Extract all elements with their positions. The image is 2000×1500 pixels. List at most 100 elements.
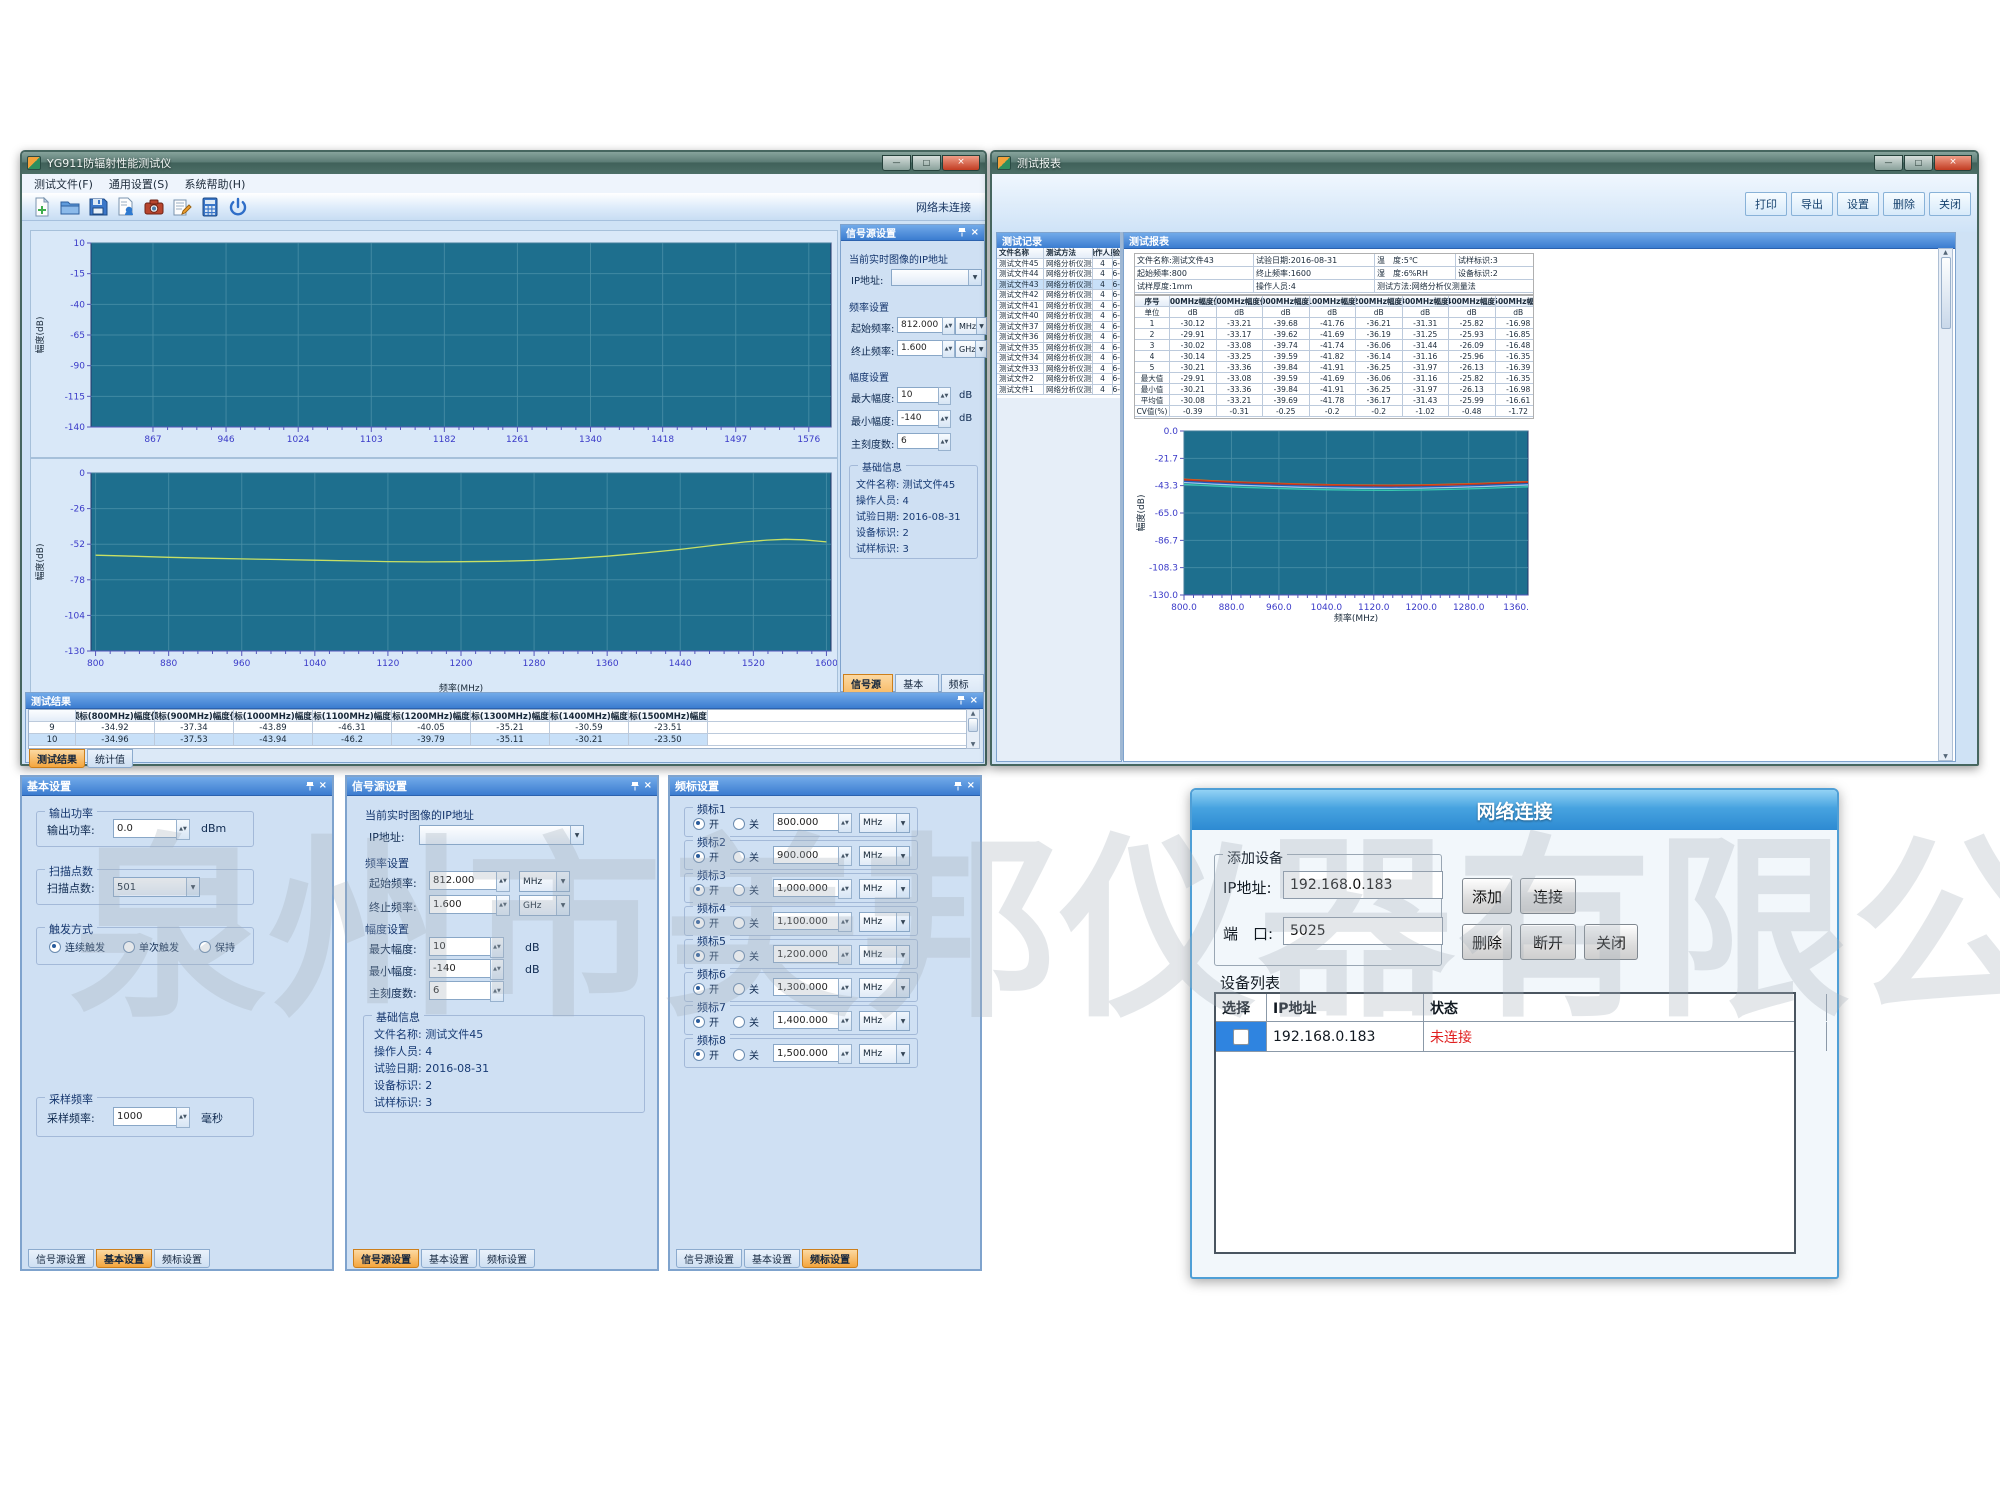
chevron-down-icon[interactable]: ▼ xyxy=(975,341,986,357)
marker-unit-combo[interactable]: MHz▼ xyxy=(859,1011,910,1031)
spinner[interactable]: ▲▼ xyxy=(496,895,510,916)
marker-freq-input[interactable]: 1,000.000 xyxy=(773,879,845,897)
delete-button[interactable]: 删除 xyxy=(1462,924,1512,960)
table-row[interactable]: 文件名称测试方法操作人员试验日期 xyxy=(997,248,1120,259)
tab-2[interactable]: 频标设置 xyxy=(154,1249,210,1268)
device-row[interactable]: 192.168.0.183未连接 xyxy=(1216,1022,1794,1052)
table-row[interactable]: 9-34.92-37.34-43.89-46.31-40.05-35.21-30… xyxy=(29,722,966,734)
table-row[interactable]: 测试文件35网络分析仪测量法42016-08-31 xyxy=(997,343,1120,354)
table-row[interactable]: 频标(800MHz)幅度值频标(900MHz)幅度值频标(1000MHz)幅度值… xyxy=(29,710,966,722)
tab-1[interactable]: 基本设置 xyxy=(744,1249,800,1268)
max-amp-input[interactable]: 10 xyxy=(429,937,497,956)
spinner[interactable]: ▲▼ xyxy=(838,1044,852,1064)
delete-button[interactable]: 删除 xyxy=(1883,192,1925,216)
chevron-down-icon[interactable]: ▼ xyxy=(896,913,909,931)
marker-off-radio[interactable]: 关 xyxy=(733,981,759,996)
ip-input[interactable]: 192.168.0.183 xyxy=(1283,871,1443,899)
spinner[interactable]: ▲▼ xyxy=(838,978,852,998)
marker-unit-combo[interactable]: MHz▼ xyxy=(859,1044,910,1064)
tab-0[interactable]: 测试结果 xyxy=(29,749,85,768)
marker-on-radio[interactable]: 开 xyxy=(693,882,719,897)
minimize-button[interactable]: — xyxy=(882,155,911,171)
spinner[interactable]: ▲▼ xyxy=(942,317,955,335)
spinner[interactable]: ▲▼ xyxy=(838,813,852,833)
tab-2[interactable]: 频标设置 xyxy=(802,1249,858,1268)
marker-off-radio[interactable]: 关 xyxy=(733,948,759,963)
table-row[interactable]: 测试文件36网络分析仪测量法42016-08-31 xyxy=(997,332,1120,343)
chevron-down-icon[interactable]: ▼ xyxy=(896,979,909,997)
power-input[interactable]: 0.0 xyxy=(113,819,183,838)
calculator-icon[interactable] xyxy=(200,197,220,217)
table-row[interactable]: 测试文件45网络分析仪测量法42016-08-31 xyxy=(997,259,1120,270)
spinner[interactable]: ▲▼ xyxy=(938,433,951,451)
panel-titlebar[interactable]: 测试记录 xyxy=(997,233,1121,249)
table-row[interactable]: 测试文件41网络分析仪测量法42016-08-31 xyxy=(997,301,1120,312)
chevron-down-icon[interactable]: ▼ xyxy=(556,896,569,915)
table-row[interactable]: 测试文件34网络分析仪测量法42016-08-31 xyxy=(997,353,1120,364)
chevron-down-icon[interactable]: ▼ xyxy=(896,847,909,865)
start-freq-unit-combo[interactable]: MHz▼ xyxy=(955,317,987,335)
panel-close-icon[interactable]: × xyxy=(644,781,652,791)
marker-on-radio[interactable]: 开 xyxy=(693,849,719,864)
new-file-icon[interactable] xyxy=(32,197,52,217)
trigger-radio-2[interactable]: 保持 xyxy=(199,939,235,954)
marker-freq-input[interactable]: 1,300.000 xyxy=(773,978,845,996)
tab-0[interactable]: 信号源设置 xyxy=(353,1249,419,1268)
spinner[interactable]: ▲▼ xyxy=(490,981,504,1002)
marker-on-radio[interactable]: 开 xyxy=(693,816,719,831)
marker-unit-combo[interactable]: MHz▼ xyxy=(859,912,910,932)
divisions-input[interactable]: 6 xyxy=(429,981,497,1000)
tab-2[interactable]: 频标设置 xyxy=(479,1249,535,1268)
spinner[interactable]: ▲▼ xyxy=(838,1011,852,1031)
sample-input[interactable]: 1000 xyxy=(113,1107,183,1126)
save-icon[interactable] xyxy=(88,197,108,217)
tab-1[interactable]: 基本设置 xyxy=(421,1249,477,1268)
panel-titlebar[interactable]: 测试报表 xyxy=(1124,233,1955,249)
spinner[interactable]: ▲▼ xyxy=(838,846,852,866)
min-amp-input[interactable]: -140 xyxy=(429,959,497,978)
marker-off-radio[interactable]: 关 xyxy=(733,882,759,897)
spinner[interactable]: ▲▼ xyxy=(942,340,955,358)
pin-icon[interactable] xyxy=(631,782,639,791)
stop-freq-input[interactable]: 1.600 xyxy=(429,895,503,914)
table-row[interactable]: 10-34.96-37.53-43.94-46.2-39.79-35.11-30… xyxy=(29,734,966,746)
print-button[interactable]: 打印 xyxy=(1745,192,1787,216)
spinner[interactable]: ▲▼ xyxy=(490,937,504,958)
minimize-button[interactable]: — xyxy=(1874,155,1903,171)
marker-off-radio[interactable]: 关 xyxy=(733,1047,759,1062)
ip-combo[interactable]: ▼ xyxy=(419,825,584,845)
pin-icon[interactable] xyxy=(306,782,314,791)
chevron-down-icon[interactable]: ▼ xyxy=(896,1012,909,1030)
tab-0[interactable]: 信号源设置 xyxy=(676,1249,742,1268)
scrollbar[interactable]: ▲▼ xyxy=(1938,248,1953,761)
disconnect-button[interactable]: 断开 xyxy=(1520,924,1576,960)
pin-icon[interactable] xyxy=(954,782,962,791)
marker-freq-input[interactable]: 1,500.000 xyxy=(773,1044,845,1062)
chevron-down-icon[interactable]: ▼ xyxy=(968,270,981,285)
menu-item[interactable]: 系统帮助(H) xyxy=(177,175,254,193)
table-row[interactable]: 测试文件42网络分析仪测量法42016-08-31 xyxy=(997,290,1120,301)
camera-icon[interactable] xyxy=(144,197,164,217)
marker-freq-input[interactable]: 1,100.000 xyxy=(773,912,845,930)
power-icon[interactable] xyxy=(228,197,248,217)
spinner[interactable]: ▲▼ xyxy=(938,387,951,405)
ip-combo[interactable]: ▼ xyxy=(891,269,982,286)
marker-unit-combo[interactable]: MHz▼ xyxy=(859,813,910,833)
scrollbar[interactable]: ▲▼ xyxy=(966,709,980,749)
connect-button[interactable]: 连接 xyxy=(1520,878,1576,914)
panel-titlebar[interactable]: 基本设置 × xyxy=(22,777,332,796)
close-button[interactable]: × xyxy=(1934,155,1972,171)
dialog-titlebar[interactable]: 网络连接 xyxy=(1192,790,1837,830)
chevron-down-icon[interactable]: ▼ xyxy=(896,880,909,898)
maximize-button[interactable]: □ xyxy=(912,155,941,171)
open-folder-icon[interactable] xyxy=(60,197,80,217)
table-row[interactable]: 测试文件44网络分析仪测量法42016-08-31 xyxy=(997,269,1120,280)
panel-titlebar[interactable]: 信号源设置 × xyxy=(347,777,657,796)
chevron-down-icon[interactable]: ▼ xyxy=(896,1045,909,1063)
add-button[interactable]: 添加 xyxy=(1462,878,1512,914)
panel-close-icon[interactable]: × xyxy=(970,696,978,706)
spinner[interactable]: ▲▼ xyxy=(938,410,951,428)
menu-item[interactable]: 测试文件(F) xyxy=(26,175,101,193)
chevron-down-icon[interactable]: ▼ xyxy=(896,814,909,832)
device-checkbox[interactable] xyxy=(1233,1029,1249,1045)
